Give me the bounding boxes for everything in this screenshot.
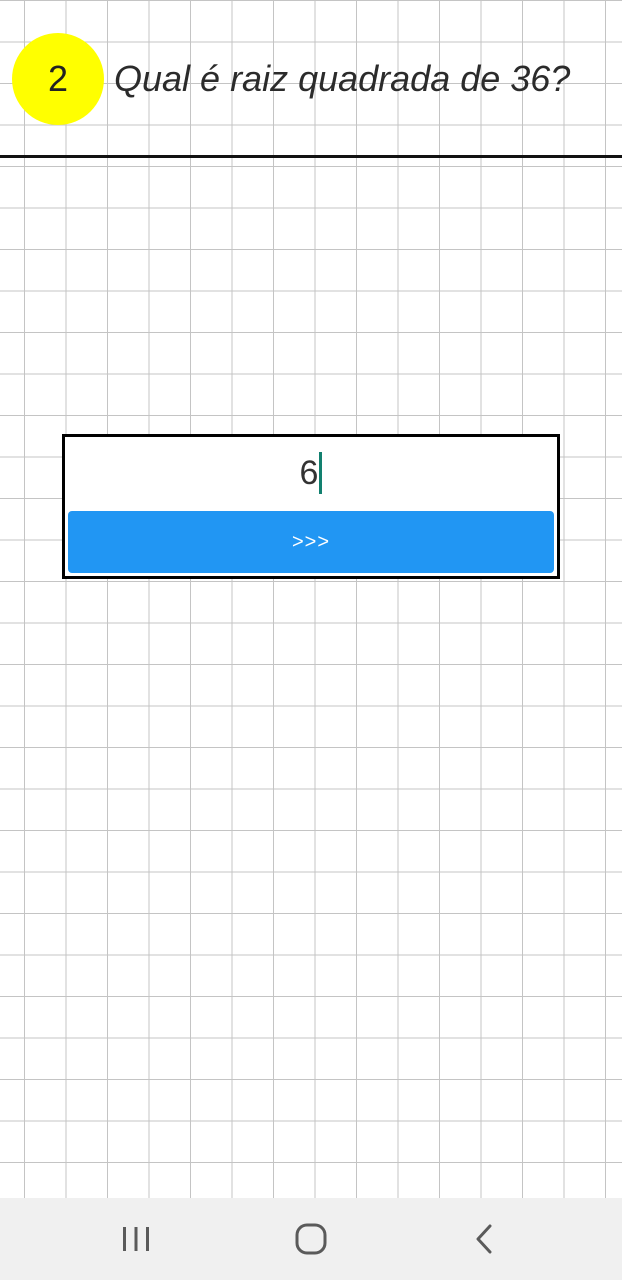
home-button[interactable] [261, 1198, 361, 1280]
recent-apps-icon [123, 1227, 149, 1251]
system-nav-bar [0, 1198, 622, 1280]
submit-button[interactable]: >>> [68, 511, 554, 573]
recent-apps-button[interactable] [86, 1198, 186, 1280]
answer-panel: 6 >>> [62, 434, 560, 579]
question-number: 2 [47, 58, 69, 99]
question-text: Qual é raiz quadrada de 36? [114, 58, 571, 99]
header-divider [0, 155, 622, 158]
home-icon [295, 1223, 327, 1255]
answer-value: 6 [299, 453, 319, 492]
text-cursor [319, 452, 323, 494]
answer-input[interactable]: 6 [65, 437, 557, 509]
submit-label: >>> [291, 530, 331, 553]
question-header: 2 Qual é raiz quadrada de 36? [0, 0, 622, 158]
back-button[interactable] [435, 1198, 535, 1280]
back-icon [476, 1224, 492, 1254]
question-number-badge: 2 [12, 33, 104, 125]
